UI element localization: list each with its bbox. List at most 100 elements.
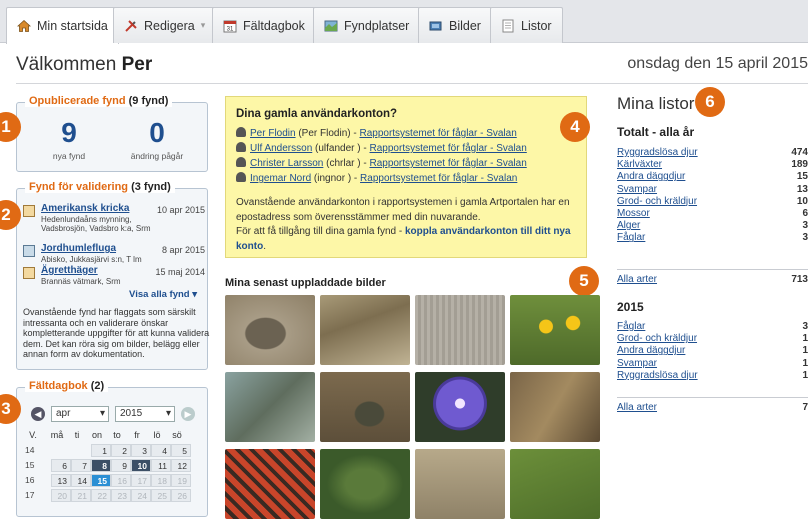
list-item-name[interactable]: Ryggradslösa djur [617,147,698,158]
calendar-day[interactable]: 4 [151,444,171,457]
list-item-name[interactable]: Fåglar [617,321,645,332]
list-item-name[interactable]: Svampar [617,184,657,195]
report-system-link[interactable]: Rapportsystemet för fåglar - Svalan [360,173,517,184]
calendar-day[interactable]: 18 [151,474,171,487]
calendar-day[interactable]: 26 [171,489,191,502]
image-thumbnail[interactable] [510,295,600,365]
validation-item-name[interactable]: Jordhumlefluga [41,243,116,254]
list-row-all-species[interactable]: Alla arter 713 [617,274,808,286]
field-diary-title[interactable]: Fältdagbok (2) [25,380,109,392]
validation-item-name[interactable]: Ägretthäger [41,265,98,276]
calendar-day[interactable]: 16 [111,474,131,487]
pending-changes-count[interactable]: 0 [117,117,197,149]
list-item-name[interactable]: Alger [617,220,640,231]
old-account-name-link[interactable]: Ulf Andersson [250,143,312,154]
calendar-day[interactable]: 9 [111,459,131,472]
callout-badge-5: 5 [569,266,599,296]
list-item-name[interactable]: Mossor [617,208,650,219]
list-row[interactable]: Grod- och kräldjur 10 [617,196,808,208]
list-row[interactable]: Svampar 13 [617,184,808,196]
list-item-name[interactable]: Kärlväxter [617,159,662,170]
list-item-name[interactable]: Fåglar [617,232,645,243]
calendar-day[interactable]: 19 [171,474,191,487]
image-thumbnail[interactable] [225,295,315,365]
list-row[interactable]: Grod- och kräldjur 1 [617,333,808,345]
image-thumbnail[interactable] [320,449,410,519]
image-thumbnail[interactable] [415,449,505,519]
calendar-day[interactable]: 23 [111,489,131,502]
calendar-day[interactable]: 12 [171,459,191,472]
list-row[interactable]: Andra däggdjur 1 [617,345,808,357]
list-item-name[interactable]: Grod- och kräldjur [617,196,697,207]
calendar-day[interactable]: 21 [71,489,91,502]
list-row[interactable]: Andra däggdjur 15 [617,171,808,183]
image-thumbnail[interactable] [415,295,505,365]
list-row[interactable]: Fåglar 3 [617,232,808,244]
calendar-day[interactable]: 25 [151,489,171,502]
calendar-day[interactable]: 1 [91,444,111,457]
list-item-name[interactable]: Andra däggdjur [617,345,685,356]
calendar-day[interactable]: 8 [91,459,111,472]
list-row-all-species[interactable]: Alla arter 7 [617,402,808,414]
validation-item[interactable]: Jordhumlefluga 8 apr 2015 Abisko, Jukkas… [23,243,205,267]
report-system-link[interactable]: Rapportsystemet för fåglar - Svalan [370,143,527,154]
old-account-name-link[interactable]: Ingemar Nord [250,173,311,184]
prev-month-button[interactable]: ◀ [31,407,45,421]
calendar-day[interactable]: 24 [131,489,151,502]
tab-min-startsida[interactable]: Min startsida [6,7,119,44]
list-row[interactable]: Svampar 1 [617,358,808,370]
next-month-button[interactable]: ▶ [181,407,195,421]
image-thumbnail[interactable] [415,372,505,442]
calendar-day[interactable]: 17 [131,474,151,487]
calendar-day[interactable]: 2 [111,444,131,457]
list-row[interactable]: Ryggradslösa djur 474 [617,147,808,159]
tab-faltdagbok[interactable]: 31 Fältdagbok [212,7,316,43]
list-row[interactable]: Kärlväxter 189 [617,159,808,171]
calendar-day[interactable]: 22 [91,489,111,502]
old-account-name-link[interactable]: Per Flodin [250,128,296,139]
tab-bilder[interactable]: Bilder [418,7,492,43]
calendar-day[interactable]: 10 [131,459,151,472]
calendar-day[interactable]: 6 [51,459,71,472]
image-thumbnail[interactable] [225,449,315,519]
calendar-day[interactable]: 15 [91,474,111,487]
finding-icon [23,245,35,257]
new-findings-count[interactable]: 9 [29,117,109,149]
calendar-day[interactable]: 14 [71,474,91,487]
tab-redigera[interactable]: Redigera ▾ [113,7,217,43]
image-thumbnail[interactable] [510,372,600,442]
calendar-day[interactable]: 5 [171,444,191,457]
list-row[interactable]: Ryggradslösa djur 1 [617,370,808,382]
tab-listor[interactable]: Listor [490,7,563,43]
calendar-day[interactable]: 13 [51,474,71,487]
image-thumbnail[interactable] [320,295,410,365]
list-item-name[interactable]: Andra däggdjur [617,171,685,182]
calendar-day[interactable]: 11 [151,459,171,472]
list-item-name[interactable]: Ryggradslösa djur [617,370,698,381]
list-row[interactable]: Mossor 6 [617,208,808,220]
show-all-findings-link[interactable]: Visa alla fynd ▾ [129,289,197,300]
validation-item[interactable]: Ägretthäger 15 maj 2014 Brannäs vätmark,… [23,265,205,289]
report-system-link[interactable]: Rapportsystemet för fåglar - Svalan [359,128,516,139]
calendar-day[interactable]: 7 [71,459,91,472]
old-account-name-link[interactable]: Christer Larsson [250,158,323,169]
list-row[interactable]: Fåglar 3 [617,321,808,333]
tab-fyndplatser[interactable]: Fyndplatser [313,7,421,43]
validation-item-name[interactable]: Amerikansk kricka [41,203,129,214]
image-thumbnail[interactable] [320,372,410,442]
list-item-name[interactable]: Grod- och kräldjur [617,333,697,344]
all-species-link[interactable]: Alla arter [617,274,657,285]
image-thumbnail[interactable] [225,372,315,442]
report-system-link[interactable]: Rapportsystemet för fåglar - Svalan [369,158,526,169]
validation-findings-title[interactable]: Fynd för validering (3 fynd) [25,181,175,193]
image-thumbnail[interactable] [510,449,600,519]
list-row[interactable]: Alger 3 [617,220,808,232]
month-select[interactable]: apr [51,406,109,422]
calendar-day[interactable]: 20 [51,489,71,502]
validation-item[interactable]: Amerikansk kricka 10 apr 2015 Hedenlunda… [23,203,205,239]
all-species-link[interactable]: Alla arter [617,402,657,413]
list-item-name[interactable]: Svampar [617,358,657,369]
unpublished-findings-title[interactable]: Opublicerade fynd (9 fynd) [25,95,173,107]
calendar-day[interactable]: 3 [131,444,151,457]
year-select[interactable]: 2015 [115,406,175,422]
